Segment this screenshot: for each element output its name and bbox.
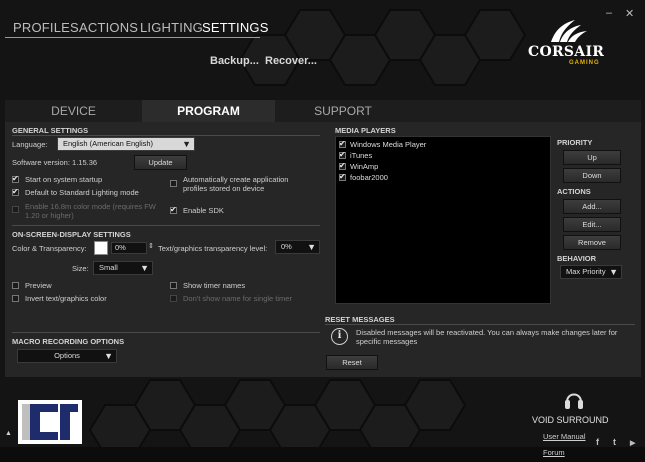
media-player-checkbox[interactable] — [339, 150, 346, 159]
priority-down-button[interactable]: Down — [563, 168, 621, 183]
behavior-value: Max Priority — [566, 267, 606, 276]
list-item[interactable]: Windows Media Player — [339, 139, 427, 149]
language-dropdown[interactable]: English (American English) ▼ — [57, 137, 195, 151]
reset-messages-title: RESET MESSAGES — [325, 315, 395, 324]
invert-color-label: Invert text/graphics color — [25, 294, 107, 303]
info-icon: i — [331, 328, 348, 345]
color-mode-checkbox[interactable] — [12, 206, 19, 213]
forum-link[interactable]: Forum — [543, 448, 565, 457]
media-player-checkbox[interactable] — [339, 139, 346, 148]
backup-button[interactable]: Backup... — [210, 55, 259, 67]
chevron-down-icon: ▼ — [104, 351, 113, 361]
edit-button[interactable]: Edit... — [563, 217, 621, 232]
size-value: Small — [99, 263, 118, 272]
actions-title: ACTIONS — [557, 187, 591, 196]
language-label: Language: — [12, 140, 48, 149]
divider — [12, 225, 320, 226]
language-value: English (American English) — [63, 139, 154, 148]
enable-sdk-label: Enable SDK — [183, 206, 224, 215]
software-version-label: Software version: 1.15.36 — [12, 158, 98, 167]
nav-underline — [5, 37, 260, 38]
size-label: Size: — [72, 264, 89, 273]
size-dropdown[interactable]: Small ▼ — [93, 261, 153, 275]
invert-color-checkbox[interactable] — [12, 295, 19, 302]
preview-checkbox[interactable] — [12, 282, 19, 289]
chevron-down-icon: ▼ — [182, 139, 191, 149]
facebook-icon[interactable]: f — [596, 437, 599, 447]
tab-support[interactable]: SUPPORT — [275, 100, 411, 122]
macro-options-label: Options — [54, 351, 80, 360]
auto-profiles-label: Automatically create application profile… — [183, 175, 289, 193]
default-lighting-label: Default to Standard Lighting mode — [25, 188, 139, 197]
reset-button[interactable]: Reset — [326, 355, 378, 370]
media-player-label: foobar2000 — [350, 173, 388, 182]
media-player-checkbox[interactable] — [339, 172, 346, 181]
recover-button[interactable]: Recover... — [265, 55, 317, 67]
chevron-down-icon: ▼ — [307, 242, 316, 252]
media-players-list[interactable]: Windows Media Player iTunes WinAmp fooba… — [335, 136, 551, 304]
divider — [325, 324, 635, 325]
macro-options-title: MACRO RECORDING OPTIONS — [12, 337, 125, 346]
text-transparency-label: Text/graphics transparency level: — [158, 244, 268, 253]
nav-settings[interactable]: SETTINGS — [202, 20, 269, 35]
osd-settings-title: ON-SCREEN-DISPLAY SETTINGS — [12, 230, 131, 239]
divider — [12, 135, 320, 136]
preview-label: Preview — [25, 281, 52, 290]
brand-subtitle: GAMING — [569, 60, 600, 66]
update-button[interactable]: Update — [134, 155, 187, 170]
watermark-logo — [18, 400, 82, 444]
device-name: VOID SURROUND — [532, 415, 609, 425]
start-on-startup-checkbox[interactable] — [12, 174, 19, 183]
tab-program[interactable]: PROGRAM — [142, 100, 275, 122]
reset-message-text: Disabled messages will be reactivated. Y… — [356, 328, 618, 346]
twitter-icon[interactable]: t — [613, 437, 616, 447]
add-button[interactable]: Add... — [563, 199, 621, 214]
headset-icon — [565, 393, 583, 409]
general-settings-title: GENERAL SETTINGS — [12, 126, 89, 135]
color-transparency-input[interactable]: 0% — [111, 242, 147, 254]
remove-button[interactable]: Remove — [563, 235, 621, 250]
minimize-button[interactable]: – — [606, 7, 612, 19]
list-item[interactable]: iTunes — [339, 150, 373, 160]
corsair-sails-icon — [551, 20, 587, 42]
user-manual-link[interactable]: User Manual — [543, 432, 586, 441]
media-players-title: MEDIA PLAYERS — [335, 126, 396, 135]
enable-sdk-checkbox[interactable] — [170, 205, 177, 214]
spin-arrows-icon[interactable]: ⇕ — [148, 242, 154, 250]
divider — [12, 332, 320, 333]
nav-profiles[interactable]: PROFILES — [13, 20, 79, 35]
media-player-label: iTunes — [350, 151, 373, 160]
media-player-checkbox[interactable] — [339, 161, 346, 170]
color-swatch[interactable] — [94, 241, 108, 255]
default-lighting-checkbox[interactable] — [12, 187, 19, 196]
single-timer-checkbox[interactable] — [170, 295, 177, 302]
expand-arrow-icon[interactable]: ▲ — [5, 430, 12, 437]
priority-title: PRIORITY — [557, 138, 593, 147]
show-timer-names-checkbox[interactable] — [170, 282, 177, 289]
list-item[interactable]: foobar2000 — [339, 172, 388, 182]
start-on-startup-label: Start on system startup — [25, 175, 103, 184]
nav-actions[interactable]: ACTIONS — [79, 20, 138, 35]
tab-device[interactable]: DEVICE — [5, 100, 142, 122]
chevron-down-icon: ▼ — [609, 267, 618, 277]
media-player-label: WinAmp — [350, 162, 379, 171]
color-transparency-label: Color & Transparency: — [12, 244, 87, 253]
show-timer-names-label: Show timer names — [183, 281, 246, 290]
close-button[interactable]: ✕ — [625, 7, 634, 20]
priority-up-button[interactable]: Up — [563, 150, 621, 165]
list-item[interactable]: WinAmp — [339, 161, 379, 171]
text-transparency-dropdown[interactable]: 0% ▼ — [275, 240, 320, 254]
behavior-title: BEHAVIOR — [557, 254, 597, 263]
youtube-icon[interactable]: ▶ — [630, 439, 635, 447]
auto-profiles-checkbox[interactable] — [170, 180, 177, 187]
single-timer-label: Don't show name for single timer — [183, 294, 292, 303]
chevron-down-icon: ▼ — [140, 263, 149, 273]
color-mode-label: Enable 16.8m color mode (requires FW 1.2… — [25, 202, 156, 220]
brand-name: CORSAIR — [528, 44, 605, 60]
macro-options-dropdown[interactable]: Options ▼ — [17, 349, 117, 363]
media-player-label: Windows Media Player — [350, 140, 427, 149]
behavior-dropdown[interactable]: Max Priority ▼ — [560, 265, 622, 279]
text-transparency-value: 0% — [281, 242, 292, 251]
nav-lighting[interactable]: LIGHTING — [140, 20, 203, 35]
